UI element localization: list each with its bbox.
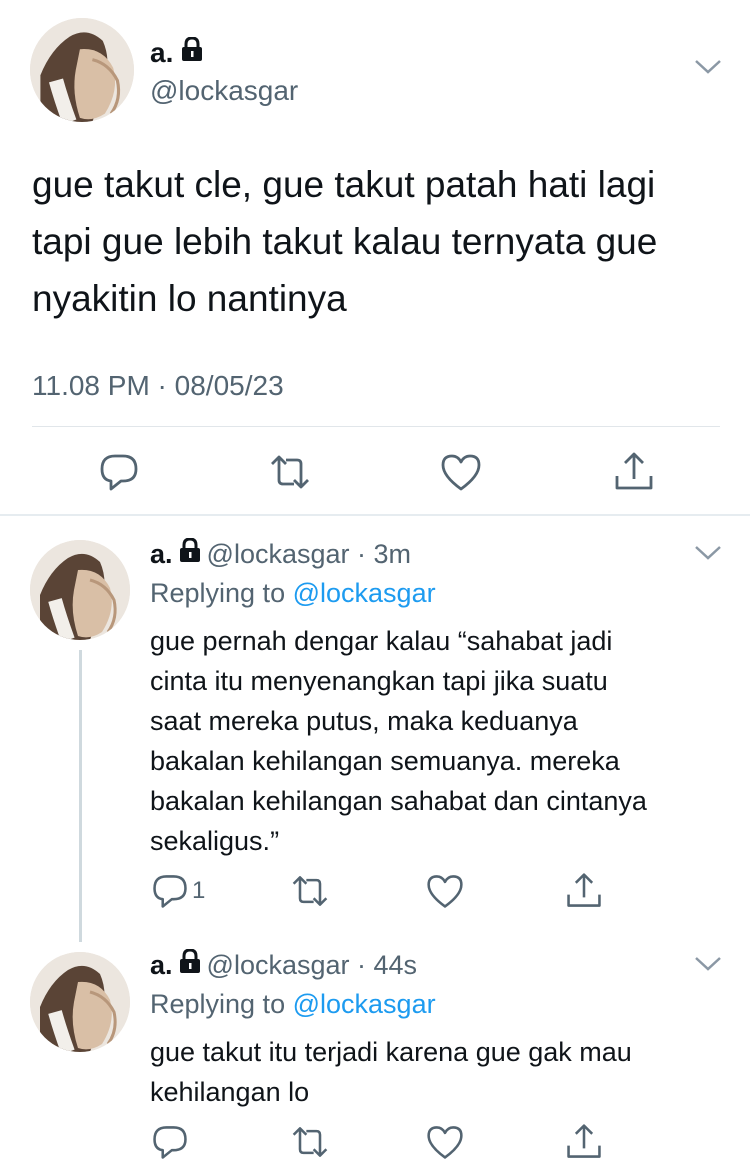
reply-icon[interactable] [150, 1122, 190, 1162]
retweet-icon[interactable] [290, 1122, 330, 1162]
tweet-text-line: bakalan kehilangan sahabat dan cintanya [150, 786, 647, 816]
tweet-text-line: tapi gue lebih takut kalau ternyata gue [32, 221, 658, 262]
tweet-text: gue takut itu terjadi karena gue gak mau… [150, 1032, 725, 1112]
tweet-text-line: gue pernah dengar kalau “sahabat jadi [150, 626, 613, 656]
retweet-icon[interactable] [290, 871, 330, 911]
reply-header: a. @lockasgar · 44s [150, 948, 417, 982]
like-icon[interactable] [425, 871, 465, 911]
retweet-icon[interactable] [268, 450, 312, 494]
user-handle[interactable]: @lockasgar [150, 74, 298, 108]
tweet-text-line: saat mereka putus, maka keduanya [150, 706, 578, 736]
like-icon[interactable] [439, 450, 483, 494]
avatar[interactable] [30, 952, 130, 1052]
display-name[interactable]: a. [150, 950, 173, 980]
avatar[interactable] [30, 18, 134, 122]
share-icon[interactable] [564, 1122, 604, 1162]
display-name[interactable]: a. [150, 36, 203, 70]
tweet-text-line: bakalan kehilangan semuanya. mereka [150, 746, 620, 776]
chevron-down-icon[interactable] [693, 955, 723, 978]
display-name[interactable]: a. [150, 539, 173, 569]
reply-count: 1 [192, 877, 206, 904]
tweet-text-line: gue takut cle, gue takut patah hati lagi [32, 164, 656, 205]
reply-header: a. @lockasgar · 3m [150, 537, 411, 571]
replying-to-link[interactable]: @lockasgar [293, 578, 436, 608]
tweet-age[interactable]: · 3m [357, 539, 411, 569]
replying-to: Replying to @lockasgar [150, 578, 436, 608]
reply-icon[interactable] [97, 450, 141, 494]
lock-icon [181, 35, 203, 69]
tweet-text-line: sekaligus.” [150, 826, 280, 856]
chevron-down-icon[interactable] [693, 58, 723, 81]
like-icon[interactable] [425, 1122, 465, 1162]
tweet-text: gue takut cle, gue takut patah hati lagi… [32, 156, 722, 327]
user-handle[interactable]: @lockasgar [207, 950, 350, 980]
tweet-timestamp[interactable]: 11.08 PM · 08/05/23 [32, 366, 284, 406]
divider [0, 514, 750, 516]
main-tweet: a. @lockasgar gue takut cle, gue takut p… [0, 0, 750, 515]
thread-connector [79, 650, 82, 942]
user-handle[interactable]: @lockasgar [207, 539, 350, 569]
avatar[interactable] [30, 540, 130, 640]
tweet-text-line: kehilangan lo [150, 1077, 310, 1107]
replying-to: Replying to @lockasgar [150, 989, 436, 1019]
replying-to-link[interactable]: @lockasgar [293, 989, 436, 1019]
tweet-text-line: nyakitin lo nantinya [32, 278, 347, 319]
tweet-text-line: gue takut itu terjadi karena gue gak mau [150, 1037, 632, 1067]
lock-icon [179, 947, 201, 981]
tweet-age[interactable]: · 44s [357, 950, 417, 980]
tweet-text: gue pernah dengar kalau “sahabat jadi ci… [150, 621, 725, 861]
divider [32, 426, 720, 427]
lock-icon [179, 536, 201, 570]
tweet-text-line: cinta itu menyenangkan tapi jika suatu [150, 666, 608, 696]
share-icon[interactable] [564, 871, 604, 911]
reply-icon[interactable] [150, 871, 190, 911]
share-icon[interactable] [612, 450, 656, 494]
chevron-down-icon[interactable] [693, 544, 723, 567]
